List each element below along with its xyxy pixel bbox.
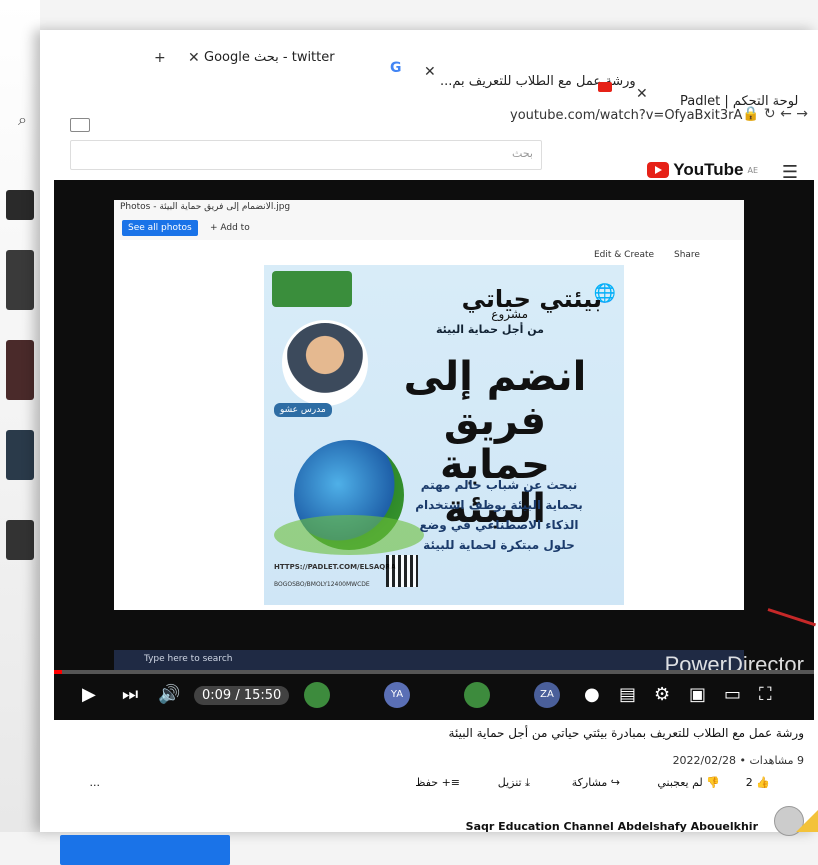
teacher-label: مدرس عشو	[274, 403, 332, 417]
poster-image: 🌐 بيئتي حياتي مشروع من أجل حماية البيئة …	[264, 265, 624, 605]
settings-icon[interactable]: ⚙	[654, 684, 670, 705]
participant-avatar	[464, 682, 490, 708]
download-button[interactable]: ⤓ تنزيل	[498, 776, 530, 790]
play-icon[interactable]: ▶	[82, 684, 96, 705]
google-icon: G	[390, 60, 402, 76]
poster-url-2: BOGOSBO/BMOLY12400MWCDE	[274, 581, 370, 588]
project-logo	[272, 271, 352, 307]
thumbs-up-icon: 👍	[756, 776, 770, 789]
photos-app-bar: Photos - الانضمام إلى فريق حماية البيئة.…	[114, 200, 744, 260]
download-icon: ⤓	[525, 776, 530, 789]
save-button[interactable]: ≡+ حفظ	[415, 776, 460, 789]
keyboard-icon[interactable]	[70, 118, 90, 132]
participant-avatar: YA	[384, 682, 410, 708]
video-frame: Photos - الانضمام إلى فريق حماية البيئة.…	[114, 200, 744, 610]
subscribe-button[interactable]	[60, 835, 230, 865]
video-title: ورشة عمل مع الطلاب للتعريف بمبادرة بيئتي…	[448, 726, 804, 740]
region-code: AE	[747, 165, 758, 175]
address-bar[interactable]: youtube.com/watch?v=OfyaBxit3rA	[510, 108, 742, 123]
search-input[interactable]: بحث	[70, 140, 542, 170]
volume-icon[interactable]: 🔊	[158, 684, 180, 705]
save-label: حفظ	[415, 776, 439, 789]
close-icon[interactable]: ✕	[188, 50, 200, 66]
poster-url: HTTPS://PADLET.COM/ELSAQRA	[274, 563, 397, 571]
taskbar-search: Type here to search	[144, 654, 233, 664]
like-button[interactable]: 👍 2	[746, 776, 770, 789]
poster-body: نبحث عن شباب حالم مهتم بحماية البيئة يوظ…	[415, 478, 583, 552]
back-icon[interactable]: ←	[780, 106, 792, 122]
channel-name[interactable]: Saqr Education Channel Abdelshafy Abouel…	[466, 820, 758, 833]
download-label: تنزيل	[497, 776, 522, 789]
photos-title: Photos - الانضمام إلى فريق حماية البيئة.…	[120, 202, 291, 212]
dislike-label: لم يعجبني	[657, 776, 703, 789]
lock-icon: 🔒	[742, 106, 760, 122]
share-label: مشاركة	[571, 776, 608, 789]
search-placeholder: بحث	[512, 147, 533, 160]
thumbs-down-icon: 👎	[706, 776, 720, 789]
video-player[interactable]: Photos - الانضمام إلى فريق حماية البيئة.…	[54, 180, 814, 720]
add-to-button: + Add to	[210, 223, 250, 233]
poster-subtitle: من أجل حماية البيئة	[436, 323, 544, 336]
reload-icon[interactable]: ↻	[764, 106, 776, 122]
see-all-photos-button: See all photos	[122, 220, 198, 236]
youtube-logo[interactable]: YouTube AE	[647, 160, 758, 180]
participant-avatar: ZA	[534, 682, 560, 708]
autoplay-toggle[interactable]: ●	[584, 684, 600, 705]
video-actions: 👍 2 👎 لم يعجبني ↪ مشاركة ⤓ تنزيل ≡+ حفظ …	[60, 774, 800, 798]
share-button: Share	[674, 250, 700, 260]
youtube-icon	[598, 82, 612, 92]
windows-taskbar: Type here to search	[114, 650, 744, 670]
time-display: 0:09 / 15:50	[194, 686, 290, 705]
browser-window: + ✕ twitter - بحث Google G ✕ ورشة عمل مع…	[18, 30, 818, 865]
search-icon[interactable]: ⌕	[18, 110, 27, 130]
youtube-brand: YouTube	[673, 160, 744, 179]
close-icon[interactable]: ✕	[424, 64, 436, 80]
forward-icon[interactable]: →	[796, 106, 808, 122]
edit-create-button: Edit & Create	[594, 250, 655, 260]
player-controls: ▶ ⏭ 🔊 0:09 / 15:50 YA ZA ● ▤ ⚙ ▣ ▭ ⛶	[54, 674, 814, 720]
poster-project-word: مشروع	[491, 307, 528, 321]
upload-date: 2022/02/28	[672, 754, 736, 767]
new-tab-button[interactable]: +	[154, 50, 166, 66]
subtitles-icon[interactable]: ▤	[619, 684, 636, 705]
close-icon[interactable]: ✕	[636, 86, 648, 102]
share-button[interactable]: ↪ مشاركة	[572, 776, 620, 789]
playlist-add-icon: ≡+	[441, 776, 460, 789]
tab-google[interactable]: twitter - بحث Google	[204, 50, 335, 65]
next-icon[interactable]: ⏭	[122, 684, 138, 705]
miniplayer-icon[interactable]: ▣	[689, 684, 706, 705]
nav-icons: 🔒 ↻ ← →	[742, 106, 808, 122]
more-button[interactable]: ...	[90, 776, 101, 789]
view-count: 9 مشاهدات	[749, 754, 804, 767]
fullscreen-icon[interactable]: ⛶	[759, 684, 772, 705]
participant-avatar	[304, 682, 330, 708]
like-count: 2	[745, 776, 753, 789]
leaf-illustration	[274, 515, 424, 555]
dislike-button[interactable]: 👎 لم يعجبني	[657, 776, 720, 789]
page-corner	[796, 810, 818, 832]
poster-brand: بيئتي حياتي	[461, 285, 602, 313]
video-meta: 9 مشاهدات • 2022/02/28	[672, 754, 804, 767]
theater-icon[interactable]: ▭	[724, 684, 741, 705]
tab-bar: + ✕ twitter - بحث Google G ✕ ورشة عمل مع…	[40, 30, 818, 109]
share-icon: ↪	[610, 776, 620, 789]
youtube-play-icon	[647, 162, 670, 178]
qr-code	[386, 555, 418, 587]
teacher-photo	[282, 320, 368, 406]
